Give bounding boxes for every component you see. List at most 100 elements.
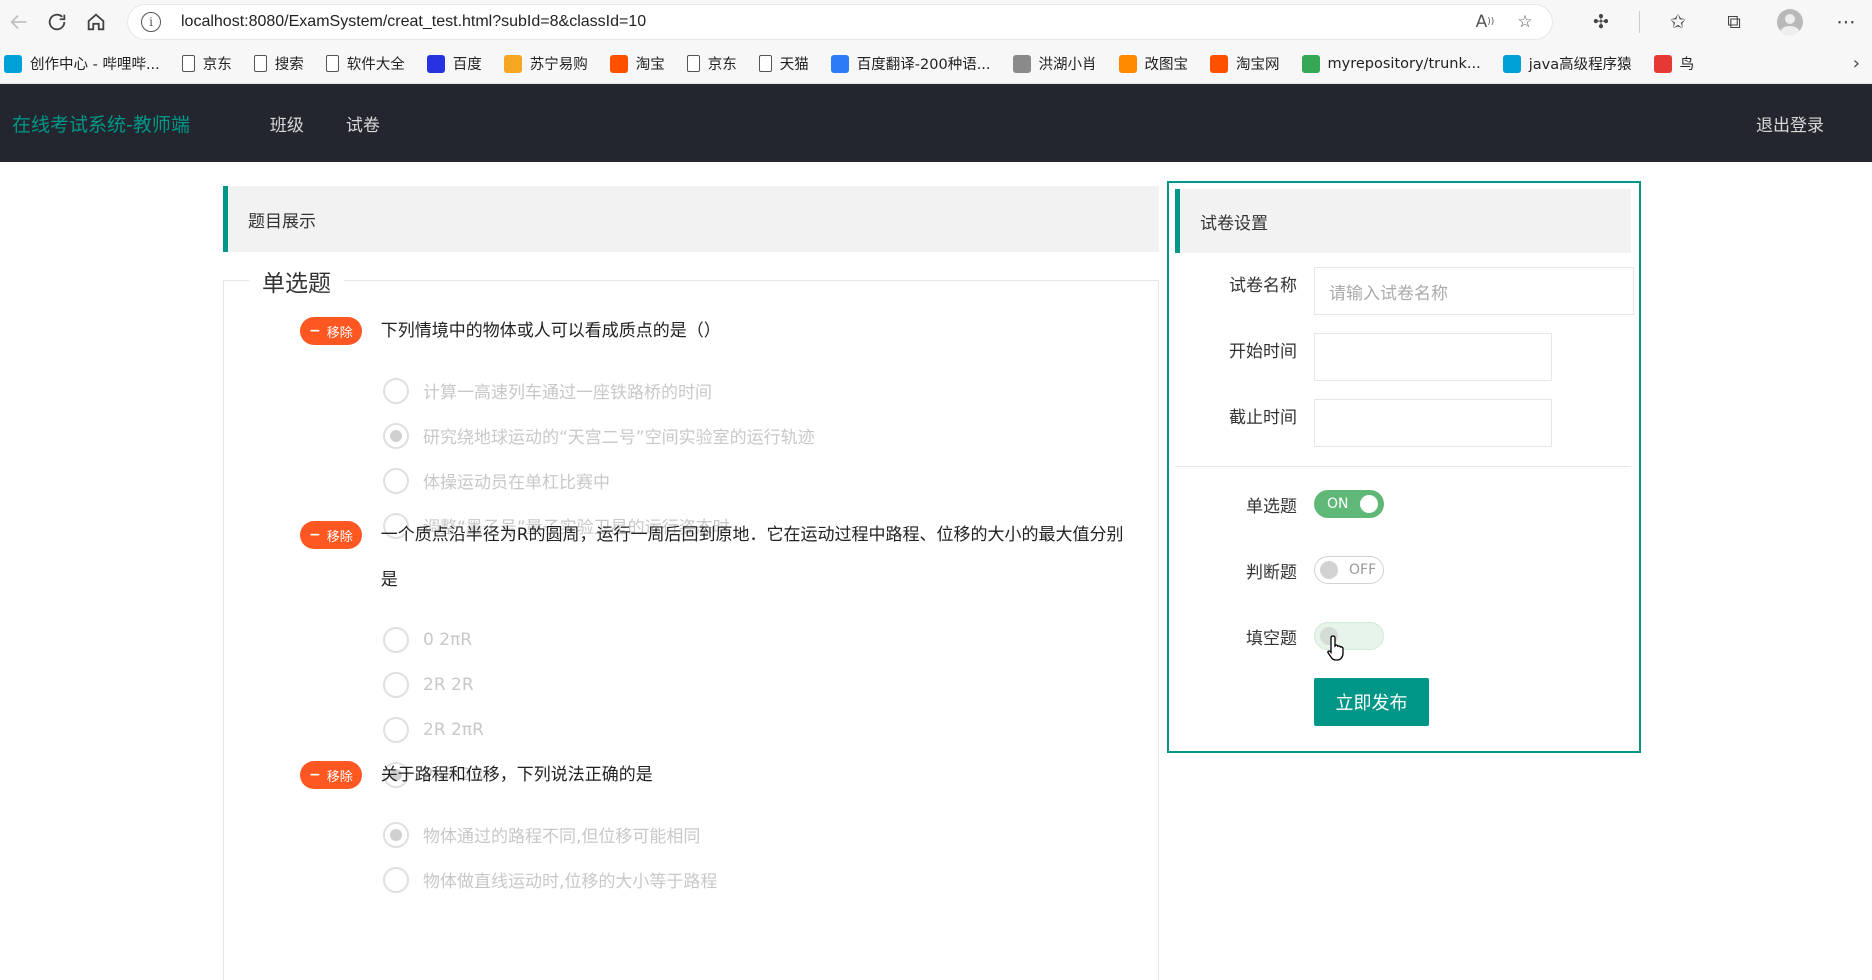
option-item[interactable]: 物体做直线运动时,位移的大小等于路程 [383, 857, 1138, 902]
favorites-icon[interactable]: ✩ [1660, 4, 1696, 40]
radio-icon[interactable] [383, 866, 409, 893]
bilibili-icon [1502, 54, 1521, 73]
option-item[interactable]: 物体通过的路程不同,但位移可能相同 [383, 812, 1138, 857]
end-time-label: 截止时间 [1229, 408, 1297, 428]
info-icon[interactable]: i [140, 12, 161, 32]
remove-question-button[interactable]: − 移除 [300, 317, 362, 345]
option-item[interactable]: 体操运动员在单杠比赛中 [383, 458, 1138, 503]
bookmark-label: 淘宝网 [1236, 57, 1280, 73]
suning-icon [503, 54, 522, 73]
remove-label: 移除 [326, 325, 353, 341]
radio-icon[interactable] [383, 467, 409, 494]
question-panel: 题目展示 单选题 − 移除 下列情境中的物体或人可以看成质点的是（） 计算一高速列车通… [223, 186, 1159, 980]
end-time-input[interactable] [1314, 399, 1552, 447]
radio-icon[interactable] [383, 671, 409, 698]
option-item[interactable]: 2R 2πR [383, 707, 1138, 752]
option-text: 研究绕地球运动的“天宫二号”空间实验室的运行轨迹 [423, 428, 815, 448]
bookmark-item[interactable]: 改图宝 [1118, 53, 1188, 74]
address-bar[interactable]: i localhost:8080/ExamSystem/creat_test.h… [126, 4, 1553, 40]
option-text: 2R 2πR [423, 719, 484, 740]
true-false-switch-row: 判断题 [1169, 558, 1297, 583]
bookmark-item[interactable]: 京东 [181, 53, 232, 74]
section-legend: 单选题 [249, 264, 344, 298]
question-item: − 移除 关于路程和位移，下列说法正确的是 物体通过的路程不同,但位移可能相同 物体做直… [300, 761, 1138, 902]
taobao-icon [609, 54, 628, 73]
page-icon [181, 55, 195, 72]
publish-button[interactable]: 立即发布 [1314, 678, 1429, 726]
true-false-switch[interactable]: OFF [1314, 556, 1384, 584]
bookmark-item[interactable]: 淘宝 [609, 53, 665, 74]
bookmark-item[interactable]: 鸟 [1653, 53, 1694, 74]
bookmark-item[interactable]: 百度翻译-200种语... [830, 53, 991, 74]
exam-name-placeholder: 请输入试卷名称 [1329, 283, 1448, 304]
nav-exam[interactable]: 试卷 [346, 111, 380, 136]
add-favorite-icon[interactable]: ☆ [1511, 8, 1539, 36]
bookmark-item[interactable]: 淘宝网 [1210, 53, 1280, 74]
bookmark-item[interactable]: 京东 [686, 53, 737, 74]
radio-checked-icon[interactable] [383, 422, 409, 449]
exam-name-label: 试卷名称 [1229, 276, 1297, 296]
chrome-icon [1301, 54, 1320, 73]
app-logo[interactable]: 在线考试系统-教师端 [12, 110, 190, 137]
remove-question-button[interactable]: − 移除 [300, 521, 362, 549]
exam-name-input[interactable]: 请输入试卷名称 [1314, 267, 1634, 315]
bookmark-label: 百度 [452, 57, 482, 73]
profile-icon[interactable] [1772, 4, 1808, 40]
page-icon [253, 55, 267, 72]
minus-icon: − [309, 323, 321, 339]
settings-divider [1175, 466, 1631, 467]
back-icon[interactable] [8, 4, 30, 40]
single-choice-switch[interactable]: ON [1314, 490, 1384, 518]
bookmark-item[interactable]: 洪湖小肖 [1012, 53, 1097, 74]
option-text: 体操运动员在单杠比赛中 [423, 473, 610, 493]
gaitubao-icon [1118, 54, 1137, 73]
bookmark-item[interactable]: 软件大全 [325, 53, 405, 74]
bookmark-label: 淘宝 [635, 57, 665, 73]
fill-blank-switch[interactable] [1314, 622, 1384, 650]
toolbar-divider [1638, 11, 1640, 33]
start-time-input[interactable] [1314, 333, 1552, 381]
single-choice-switch-label: 单选题 [1246, 497, 1297, 517]
hand-cursor-icon [1327, 635, 1344, 661]
radio-checked-icon[interactable] [383, 821, 409, 848]
fill-blank-switch-label: 填空题 [1246, 629, 1297, 649]
radio-icon[interactable] [383, 716, 409, 743]
switch-state-text: OFF [1349, 562, 1377, 578]
collections-icon[interactable]: ⧉ [1716, 4, 1752, 40]
start-time-row: 开始时间 [1169, 337, 1297, 362]
more-icon[interactable]: ⋯ [1828, 4, 1864, 40]
refresh-icon[interactable] [46, 4, 68, 40]
bookmark-item[interactable]: 天猫 [758, 53, 809, 74]
bookmark-item[interactable]: java高级程序猿 [1502, 53, 1632, 74]
bird-icon [1653, 54, 1672, 73]
home-icon[interactable] [85, 4, 107, 40]
bookmark-item[interactable]: myrepository/trunk... [1301, 54, 1481, 73]
custom-icon [1012, 54, 1031, 73]
bookmark-item[interactable]: 苏宁易购 [503, 53, 588, 74]
baidu-paw-icon [426, 54, 445, 73]
nav-class[interactable]: 班级 [270, 111, 304, 136]
option-item[interactable]: 计算一高速列车通过一座铁路桥的时间 [383, 368, 1138, 413]
bilibili-icon [4, 54, 22, 73]
bookmark-item[interactable]: 搜索 [253, 53, 304, 74]
read-aloud-icon[interactable]: A)) [1471, 8, 1499, 36]
logout-link[interactable]: 退出登录 [1756, 111, 1824, 136]
radio-icon[interactable] [383, 626, 409, 653]
extensions-icon[interactable]: ✣ [1583, 4, 1619, 40]
taobao-icon [1210, 54, 1229, 73]
switch-knob [1320, 561, 1338, 579]
switch-knob [1360, 495, 1378, 513]
option-item[interactable]: 研究绕地球运动的“天宫二号”空间实验室的运行轨迹 [383, 413, 1138, 458]
radio-icon[interactable] [383, 377, 409, 404]
start-time-label: 开始时间 [1229, 342, 1297, 362]
remove-question-button[interactable]: − 移除 [300, 761, 362, 789]
bookmark-item[interactable]: 百度 [426, 53, 482, 74]
end-time-row: 截止时间 [1169, 403, 1297, 428]
option-item[interactable]: 2R 2R [383, 662, 1138, 707]
page-icon [325, 55, 339, 72]
bookmark-item[interactable]: 创作中心 - 哔哩哔... [4, 53, 160, 74]
translate-icon [830, 54, 849, 73]
bookmarks-overflow-icon[interactable]: › [1853, 53, 1868, 74]
bookmark-label: 苏宁易购 [529, 57, 588, 73]
option-item[interactable]: 0 2πR [383, 617, 1138, 662]
